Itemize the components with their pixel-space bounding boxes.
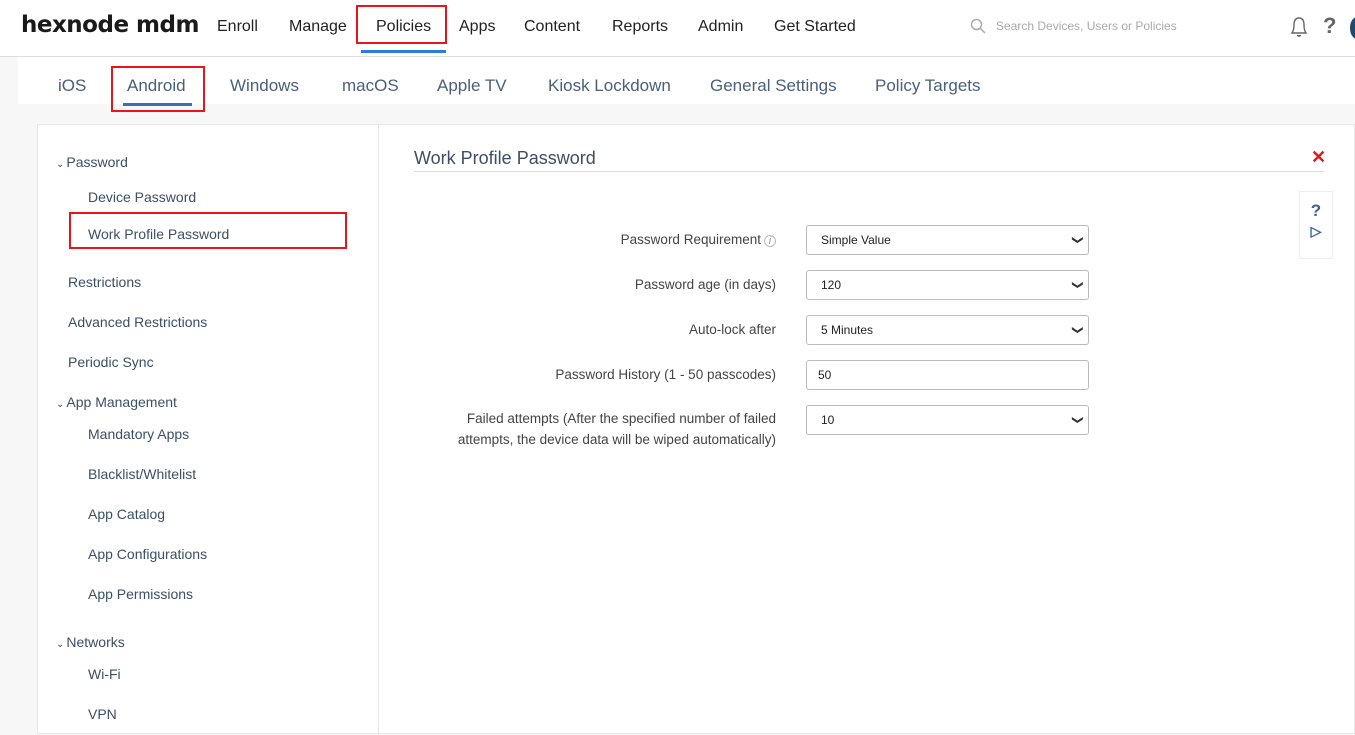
hexnode-logo[interactable]: hexnode mdm: [21, 12, 199, 38]
platform-tabs: iOS Android Windows macOS Apple TV Kiosk…: [18, 57, 1355, 106]
chevron-down-icon: ❯: [1071, 415, 1084, 425]
sidebar-group-label: Networks: [66, 634, 125, 650]
tab-apple-tv[interactable]: Apple TV: [437, 76, 507, 96]
password-age-select[interactable]: 120 ❯: [806, 270, 1089, 300]
tab-general-settings[interactable]: General Settings: [710, 76, 837, 96]
password-history-input[interactable]: 50: [806, 360, 1089, 390]
chevron-down-icon: ❯: [1071, 325, 1084, 335]
tab-android[interactable]: Android: [123, 76, 192, 106]
chevron-down-icon: ⌄: [56, 399, 65, 410]
info-icon[interactable]: i: [764, 235, 776, 247]
sidebar-group-app-management[interactable]: ⌄ App Management: [56, 394, 177, 410]
nav-content[interactable]: Content: [524, 18, 580, 36]
play-icon[interactable]: ▷: [1300, 223, 1332, 240]
sidebar-group-networks[interactable]: ⌄ Networks: [56, 634, 125, 650]
sidebar-item-work-profile-password[interactable]: Work Profile Password: [88, 226, 229, 242]
failed-attempts-select[interactable]: 10 ❯: [806, 405, 1089, 435]
nav-get-started[interactable]: Get Started: [774, 18, 856, 36]
select-value: Simple Value: [821, 233, 891, 247]
field-label: Password Requirement i: [416, 229, 776, 250]
field-label: Password History (1 - 50 passcodes): [555, 367, 776, 382]
help-icon[interactable]: ?: [1323, 13, 1336, 39]
help-icon[interactable]: ?: [1300, 201, 1332, 221]
sidebar-item-blacklist-whitelist[interactable]: Blacklist/Whitelist: [88, 466, 196, 482]
field-label: Auto-lock after: [688, 322, 776, 337]
chevron-down-icon: ⌄: [56, 639, 65, 650]
sidebar-group-password[interactable]: ⌄ Password: [56, 154, 128, 170]
bell-icon[interactable]: [1288, 15, 1310, 39]
policy-sidebar: ⌄ Password Device Password Work Profile P…: [38, 125, 379, 735]
field-label: Failed attempts (After the specified num…: [457, 411, 776, 447]
select-value: 5 Minutes: [821, 323, 874, 337]
sidebar-item-vpn[interactable]: VPN: [88, 706, 117, 722]
policy-content: Work Profile Password ✕ Password Require…: [414, 125, 1326, 735]
tab-policy-targets[interactable]: Policy Targets: [875, 76, 981, 96]
sidebar-item-restrictions[interactable]: Restrictions: [68, 274, 141, 290]
sidebar-item-app-permissions[interactable]: App Permissions: [88, 586, 193, 602]
sidebar-item-advanced-restrictions[interactable]: Advanced Restrictions: [68, 314, 207, 330]
top-header: hexnode mdm Enroll Manage Policies Apps …: [0, 0, 1355, 57]
select-value: 120: [821, 278, 842, 292]
sidebar-item-periodic-sync[interactable]: Periodic Sync: [68, 354, 154, 370]
help-widget: ? ▷: [1299, 191, 1333, 259]
nav-policies[interactable]: Policies: [360, 18, 447, 53]
sidebar-item-mandatory-apps[interactable]: Mandatory Apps: [88, 426, 189, 442]
policy-panel: ⌄ Password Device Password Work Profile P…: [37, 124, 1355, 735]
sidebar-item-app-catalog[interactable]: App Catalog: [88, 506, 165, 522]
select-value: 10: [821, 413, 835, 427]
sidebar-item-wifi[interactable]: Wi-Fi: [88, 666, 121, 682]
divider: [414, 171, 1324, 172]
sidebar-group-label: Password: [66, 154, 128, 170]
tab-ios[interactable]: iOS: [58, 76, 86, 96]
chevron-down-icon: ❯: [1071, 280, 1084, 290]
page-title: Work Profile Password: [414, 148, 596, 168]
search-bar: [970, 18, 1236, 34]
nav-admin[interactable]: Admin: [698, 18, 743, 36]
search-input[interactable]: [996, 19, 1236, 33]
password-requirement-select[interactable]: Simple Value ❯: [806, 225, 1089, 255]
field-label-text: Password Requirement: [620, 232, 761, 247]
nav-reports[interactable]: Reports: [612, 18, 668, 36]
nav-manage[interactable]: Manage: [289, 18, 347, 36]
sidebar-item-device-password[interactable]: Device Password: [88, 189, 196, 205]
tab-kiosk-lockdown[interactable]: Kiosk Lockdown: [548, 76, 671, 96]
chevron-down-icon: ⌄: [56, 159, 65, 170]
tab-windows[interactable]: Windows: [230, 76, 299, 96]
avatar[interactable]: [1350, 17, 1355, 39]
sidebar-group-label: App Management: [66, 394, 177, 410]
search-icon: [970, 18, 986, 34]
auto-lock-select[interactable]: 5 Minutes ❯: [806, 315, 1089, 345]
close-icon[interactable]: ✕: [1311, 147, 1326, 168]
nav-enroll[interactable]: Enroll: [217, 18, 258, 36]
chevron-down-icon: ❯: [1071, 235, 1084, 245]
field-label: Password age (in days): [634, 277, 776, 292]
nav-apps[interactable]: Apps: [459, 18, 495, 36]
sidebar-item-app-configurations[interactable]: App Configurations: [88, 546, 207, 562]
tab-macos[interactable]: macOS: [342, 76, 399, 96]
